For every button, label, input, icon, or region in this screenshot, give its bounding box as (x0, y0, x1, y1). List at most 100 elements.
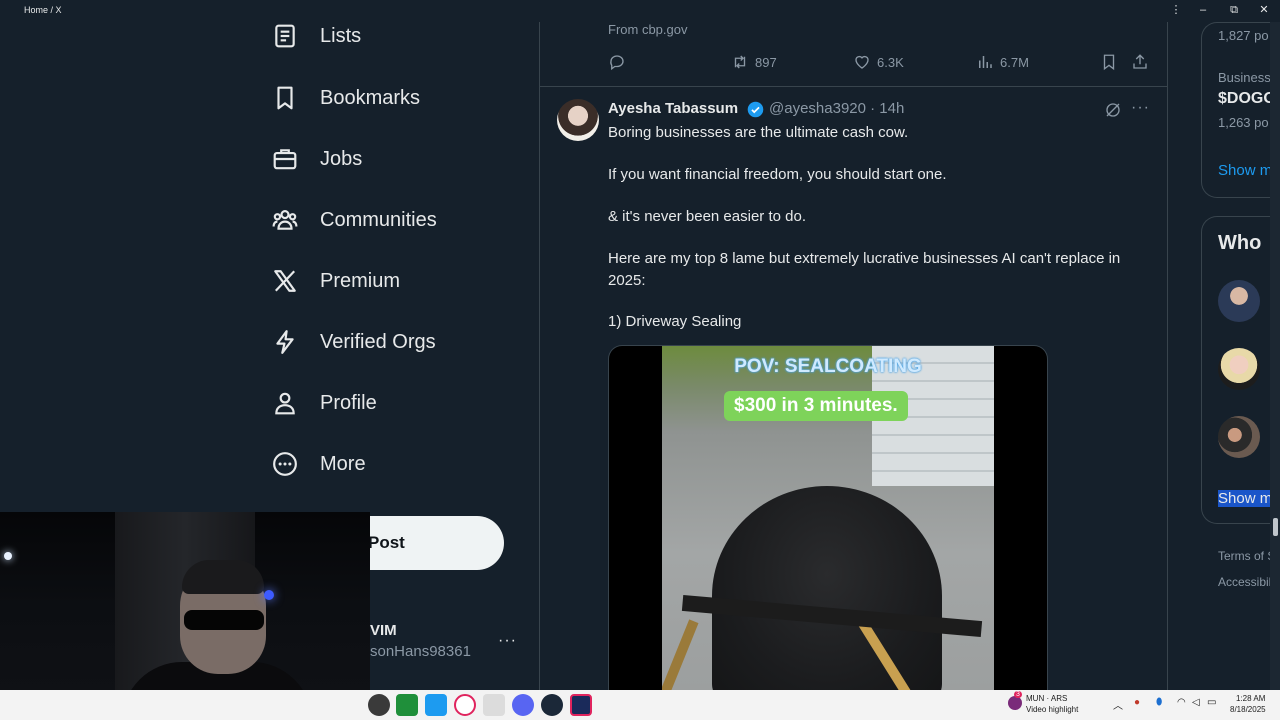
nav-label-lists: Lists (320, 24, 362, 47)
nav-item-verified-orgs[interactable]: Verified Orgs (272, 324, 436, 360)
windows-taskbar (0, 690, 1280, 720)
video-frame: POV: SEALCOATING $300 in 3 minutes. (662, 346, 994, 690)
post-button-label: Post (368, 533, 405, 552)
views-button[interactable]: 6.7M (976, 53, 1029, 71)
nav-label-jobs: Jobs (320, 147, 363, 170)
nav-item-premium[interactable]: Premium (272, 263, 400, 299)
author-avatar[interactable] (557, 99, 599, 141)
window-title: Home / X (24, 5, 62, 15)
tray-overflow-icon[interactable]: ︿ (1113, 697, 1123, 712)
close-button[interactable]: ✕ (1254, 3, 1274, 17)
taskbar-active-app-icon[interactable] (570, 694, 592, 716)
suggested-user-avatar[interactable] (1218, 416, 1260, 458)
show-more-suggestions-link[interactable]: Show m (1218, 490, 1273, 507)
account-handle[interactable]: sonHans98361 (370, 643, 471, 660)
show-more-trends-link[interactable]: Show m (1218, 162, 1272, 179)
window-titlebar: Home / X ⋮ – ⧉ ✕ (0, 0, 1280, 22)
author-handle[interactable]: @ayesha3920 · 14h (769, 100, 904, 117)
scrollbar-thumb[interactable] (1273, 518, 1278, 536)
share-icon (1133, 54, 1147, 69)
nav-item-profile[interactable]: Profile (272, 385, 377, 421)
video-caption-title: POV: SEALCOATING (734, 356, 922, 377)
timeline-right-border (1167, 22, 1168, 690)
nav-label-bookmarks: Bookmarks (320, 86, 421, 109)
suggested-user-avatar[interactable] (1218, 280, 1260, 322)
lightning-icon (276, 330, 294, 354)
media-app-icon[interactable] (1008, 696, 1022, 710)
taskbar-snip-icon[interactable] (483, 694, 505, 716)
scrollbar[interactable] (1270, 22, 1280, 690)
wifi-icon[interactable]: ◠ (1177, 697, 1186, 708)
taskbar-app-icon[interactable] (368, 694, 390, 716)
account-name[interactable]: VIM (370, 622, 397, 639)
retweet-button[interactable]: 897 (731, 53, 777, 71)
timeline-left-border (539, 22, 540, 690)
lists-icon (275, 24, 295, 48)
trend-post-count: 1,827 po (1218, 28, 1269, 43)
tweet-more-button[interactable]: ··· (1131, 99, 1150, 117)
who-to-follow-heading: Who (1218, 232, 1262, 254)
tray-app-icon[interactable]: ● (1134, 697, 1140, 708)
nav-item-more[interactable]: More (272, 446, 366, 482)
bookmark-button[interactable] (1100, 53, 1124, 71)
restore-button[interactable]: ⧉ (1224, 3, 1244, 17)
minimize-button[interactable]: – (1193, 3, 1213, 17)
tweet-separator (540, 86, 1168, 87)
notification-badge: 3 (1014, 691, 1022, 698)
taskbar-discord-icon[interactable] (512, 694, 534, 716)
like-button[interactable]: 6.3K (853, 53, 904, 71)
views-count: 6.7M (1000, 54, 1029, 70)
taskbar-kick-icon[interactable] (396, 694, 418, 716)
taskbar-twitter-icon[interactable] (425, 694, 447, 716)
more-circle-icon (273, 452, 297, 476)
bookmark-icon (1103, 54, 1115, 71)
tweet-video[interactable]: POV: SEALCOATING $300 in 3 minutes. (608, 345, 1048, 690)
tray-mic-icon[interactable]: ⬮ (1156, 697, 1162, 708)
bookmark-icon (277, 86, 293, 110)
webcam-overlay (0, 512, 370, 720)
retweet-count: 897 (755, 54, 777, 70)
taskbar-steam-icon[interactable] (541, 694, 563, 716)
like-count: 6.3K (877, 54, 904, 70)
reply-icon (610, 55, 624, 71)
trend-name[interactable]: $DOGO (1218, 90, 1276, 108)
views-icon (979, 56, 992, 68)
account-more-button[interactable]: ··· (498, 632, 517, 650)
suggested-user-avatar[interactable] (1218, 348, 1260, 390)
tweet-text-line: Here are my top 8 lame but extremely luc… (608, 250, 1121, 289)
volume-icon[interactable]: ◁ (1192, 697, 1200, 708)
trend-category: Business (1218, 70, 1271, 85)
x-logo-icon (274, 270, 296, 292)
media-title[interactable]: MUN · ARS (1026, 694, 1067, 703)
verified-badge-icon (747, 101, 764, 118)
window-menu-button[interactable]: ⋮ (1166, 3, 1186, 17)
video-caption-price: $300 in 3 minutes. (724, 391, 908, 421)
source-link[interactable]: From cbp.gov (608, 22, 687, 37)
accessibility-link[interactable]: Accessibil (1218, 575, 1271, 589)
briefcase-icon (273, 149, 297, 170)
reply-button[interactable] (608, 53, 632, 71)
nav-item-bookmarks[interactable]: Bookmarks (272, 80, 420, 116)
battery-icon[interactable]: ▭ (1207, 697, 1216, 708)
author-name[interactable]: Ayesha Tabassum (608, 100, 738, 117)
nav-item-jobs[interactable]: Jobs (272, 141, 362, 177)
communities-icon (272, 210, 298, 230)
clock-date[interactable]: 8/18/2025 (1230, 705, 1266, 714)
nav-label-verified-orgs: Verified Orgs (320, 330, 436, 353)
trend-post-count: 1,263 po (1218, 115, 1269, 130)
clock-time[interactable]: 1:28 AM (1236, 694, 1265, 703)
person-icon (275, 392, 295, 415)
nav-label-more: More (320, 452, 366, 475)
share-button[interactable] (1131, 53, 1155, 71)
nav-item-communities[interactable]: Communities (272, 202, 437, 238)
taskbar-opera-icon[interactable] (454, 694, 476, 716)
tweet-text-line: & it's never been easier to do. (608, 208, 806, 225)
heart-icon (855, 55, 869, 69)
terms-link[interactable]: Terms of S (1218, 549, 1275, 563)
tweet-text-line: 1) Driveway Sealing (608, 313, 742, 330)
grok-icon[interactable] (1104, 101, 1122, 119)
tweet-text-line: Boring businesses are the ultimate cash … (608, 124, 909, 141)
nav-item-lists[interactable]: Lists (272, 18, 361, 54)
nav-label-profile: Profile (320, 391, 377, 414)
media-subtitle: Video highlight (1026, 705, 1079, 714)
